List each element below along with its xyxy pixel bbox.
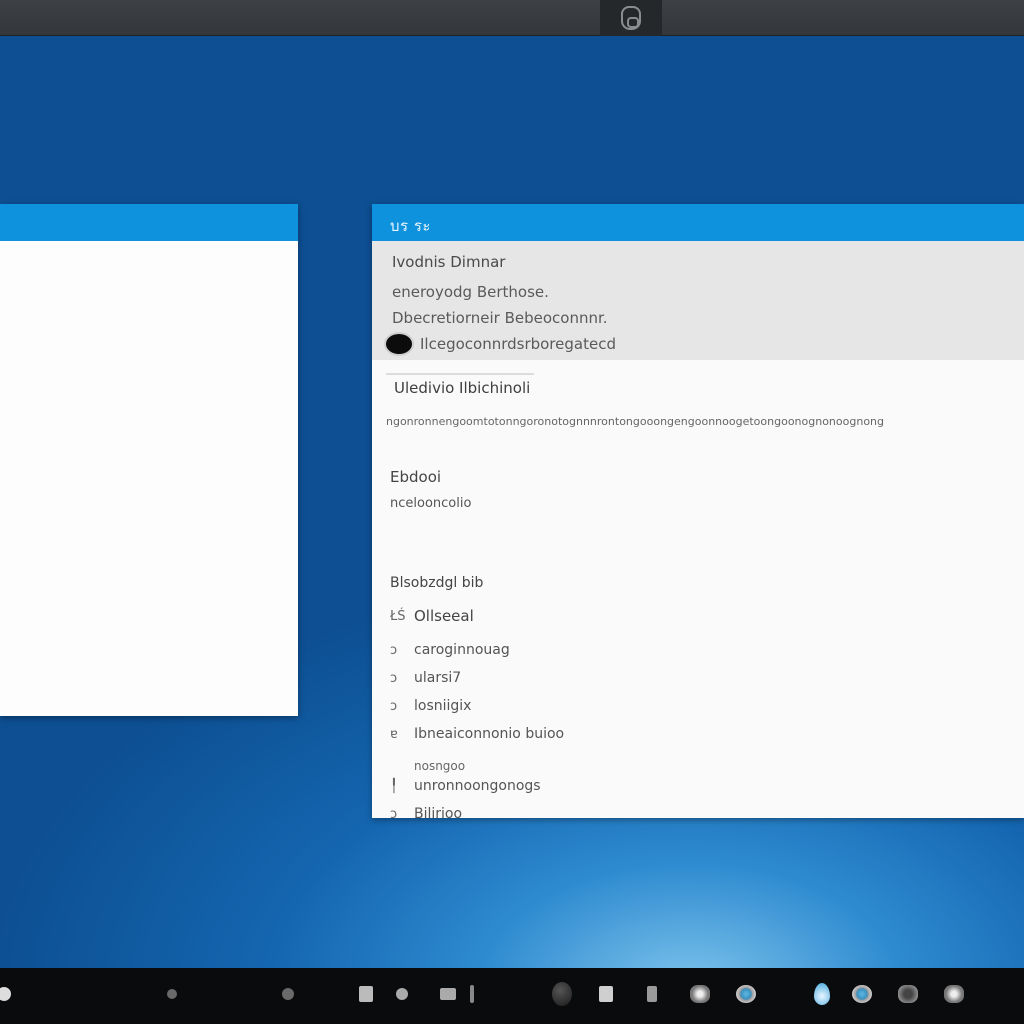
app-icon[interactable] xyxy=(392,984,412,1004)
app-icon[interactable] xyxy=(438,984,458,1004)
globe-icon[interactable] xyxy=(552,982,572,1006)
app-icon[interactable] xyxy=(462,984,482,1004)
option-label: ularsi7 xyxy=(414,670,462,686)
app-icon[interactable] xyxy=(356,984,376,1004)
taskbar xyxy=(0,968,1024,1024)
right-window-titlebar[interactable]: บร ระ xyxy=(372,204,1024,241)
option-item[interactable]: ŁŚ Ollseeal xyxy=(390,603,1024,629)
header-line-3: Dbecretiorneir Bebeoconnnr. xyxy=(392,309,608,327)
option-item[interactable]: ↄ Bilirioo xyxy=(390,801,1024,827)
header-line-2: eneroyodg Berthose. xyxy=(392,283,549,301)
radio-icon: ↄ xyxy=(390,642,398,658)
dot-icon[interactable] xyxy=(278,984,298,1004)
section-heading: Uledivio Ilbichinoli xyxy=(386,373,535,403)
window-title: บร ระ xyxy=(390,217,431,235)
radio-icon: ↄ xyxy=(390,698,398,714)
sphere-icon[interactable] xyxy=(690,984,710,1004)
dot-icon[interactable] xyxy=(162,984,182,1004)
radio-icon: ɐ xyxy=(390,726,398,742)
option-label: caroginnouag xyxy=(414,642,510,658)
option-item[interactable]: ↄ losniigix xyxy=(390,693,1024,719)
document-icon[interactable] xyxy=(596,984,616,1004)
option-icon: ŁŚ xyxy=(390,608,406,624)
option-label: unronnoongonogs xyxy=(414,778,541,794)
divider-icon: ╿ xyxy=(390,778,398,794)
field-value[interactable]: ncelooncolio xyxy=(390,496,1024,511)
right-window: บร ระ Ivodnis Dimnar eneroyodg Berthose.… xyxy=(372,204,1024,822)
options-heading: Blsobzdgl bib xyxy=(390,575,484,591)
tool-icon[interactable] xyxy=(642,984,662,1004)
drop-icon[interactable] xyxy=(812,983,832,1005)
option-label: losniigix xyxy=(414,698,472,714)
radio-icon: ↄ xyxy=(390,806,398,822)
header-line-1: Ivodnis Dimnar xyxy=(392,253,506,271)
avatar-icon[interactable] xyxy=(384,332,414,356)
option-label: Bilirioo xyxy=(414,806,463,822)
option-item[interactable]: ↄ caroginnouag xyxy=(390,637,1024,663)
option-item[interactable]: ɐ Ibneaiconnonio buioo xyxy=(390,721,1024,747)
section-description: ngonronnengoomtotonngoronotognnnrontongo… xyxy=(386,415,885,428)
option-subitem: nosngoo xyxy=(390,759,1024,773)
left-window-titlebar[interactable] xyxy=(0,204,298,241)
eye-icon[interactable] xyxy=(852,984,872,1004)
lock-icon xyxy=(621,6,641,30)
header-line-4-text: Ilcegoconnrdsrboregatecd xyxy=(420,335,616,353)
radio-icon: ↄ xyxy=(390,670,398,686)
options-list: ŁŚ Ollseeal ↄ caroginnouag ↄ ularsi7 ↄ l… xyxy=(390,603,1024,827)
content-area: Uledivio Ilbichinoli ngonronnengoomtoton… xyxy=(372,360,1024,827)
left-window[interactable] xyxy=(0,204,298,716)
header-line-4: Ilcegoconnrdsrboregatecd xyxy=(384,332,1024,356)
top-center-button[interactable] xyxy=(600,0,662,36)
option-sub-label: nosngoo xyxy=(414,759,466,773)
system-dot-icon[interactable] xyxy=(0,984,14,1004)
field-label: Ebdooi xyxy=(390,468,442,486)
header-block: Ivodnis Dimnar eneroyodg Berthose. Dbecr… xyxy=(372,241,1024,360)
option-label: Ibneaiconnonio buioo xyxy=(414,726,565,742)
option-label: Ollseeal xyxy=(414,607,474,625)
top-bar xyxy=(0,0,1024,36)
option-item[interactable]: ↄ ularsi7 xyxy=(390,665,1024,691)
gear-icon[interactable] xyxy=(944,984,964,1004)
option-item[interactable]: ╿ unronnoongonogs xyxy=(390,773,1024,799)
gear-icon[interactable] xyxy=(898,984,918,1004)
eye-icon[interactable] xyxy=(736,984,756,1004)
